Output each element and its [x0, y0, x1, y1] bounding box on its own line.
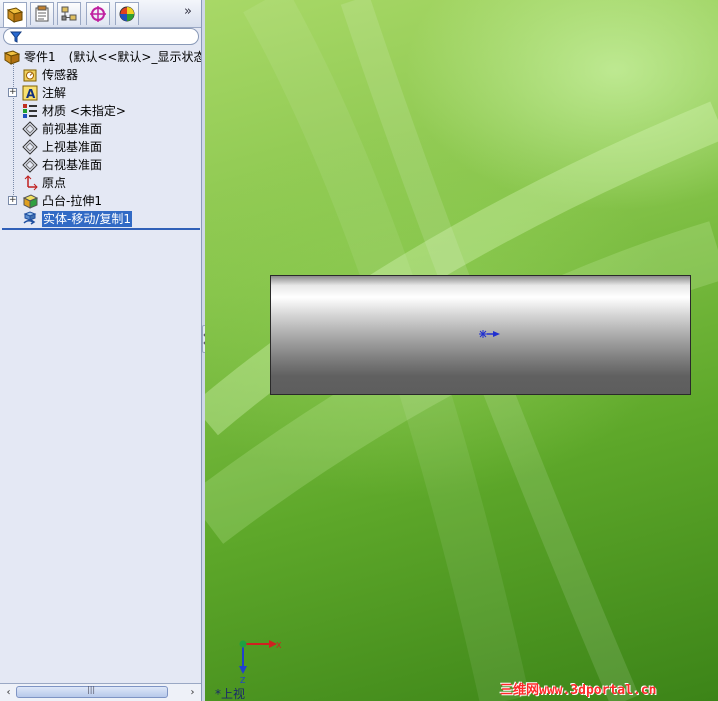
- configurationmanager-icon: [61, 6, 77, 21]
- triad-x-label: X: [276, 641, 282, 650]
- configurationmanager-tab[interactable]: [57, 2, 81, 25]
- tree-item-label: 上视基准面: [42, 140, 103, 154]
- display-manager-tab[interactable]: [115, 2, 139, 25]
- tree-item-boss-extrude[interactable]: 凸台-拉伸1: [22, 192, 102, 210]
- tree-item-label: 原点: [42, 176, 67, 190]
- plane-icon: [22, 157, 38, 173]
- svg-text:A: A: [26, 87, 36, 101]
- scroll-grip: |||: [87, 685, 96, 694]
- tree-item-move-copy-body[interactable]: 实体-移动/复制1: [22, 210, 133, 228]
- part-configuration: (默认<<默认>_显示状态: [68, 50, 202, 64]
- view-orientation-label: *上视: [215, 687, 246, 701]
- manager-tab-strip: »: [0, 0, 201, 28]
- scroll-thumb[interactable]: |||: [16, 685, 168, 698]
- tab-overflow-button[interactable]: »: [184, 4, 192, 19]
- move-copy-body-icon: [23, 211, 37, 225]
- tree-connector: [13, 61, 14, 205]
- tree-item-annotations[interactable]: A 注解: [22, 84, 66, 102]
- tree-item-label: 材质 <未指定>: [42, 104, 126, 118]
- feature-manager-pane: » 零件1 (默认<<默认>_显示状态 传感器 + A 注解 材质 <未指定> …: [0, 0, 202, 701]
- tree-item-label: 前视基准面: [42, 122, 103, 136]
- expand-annotations-toggle[interactable]: +: [8, 88, 17, 97]
- boss-extrude-icon: [22, 194, 38, 209]
- featuremanager-icon: [6, 7, 24, 23]
- tree-item-label: 传感器: [42, 68, 79, 82]
- scroll-left-button[interactable]: ‹: [2, 686, 15, 699]
- expand-boss-extrude-toggle[interactable]: +: [8, 196, 17, 205]
- filter-icon: [10, 31, 22, 43]
- tree-item-label: 注解: [42, 86, 67, 100]
- propertymanager-tab[interactable]: [30, 2, 54, 25]
- sensor-icon: [23, 69, 37, 82]
- dimxpert-icon: [90, 6, 106, 22]
- triad-z-label: Z: [240, 676, 246, 685]
- dimxpert-tab[interactable]: [86, 2, 110, 25]
- featuremanager-tab[interactable]: [3, 2, 27, 27]
- watermark: 三维网www.3dportal.cn: [500, 683, 657, 698]
- tree-item-sensors[interactable]: 传感器: [22, 66, 78, 84]
- part-icon: [4, 50, 20, 65]
- tree-item-origin[interactable]: 原点: [22, 174, 66, 192]
- part-origin-marker: [479, 330, 500, 338]
- tree-filter[interactable]: [3, 28, 199, 45]
- rollback-bar[interactable]: [2, 228, 200, 230]
- display-manager-icon: [119, 6, 135, 22]
- tree-item-label: 右视基准面: [42, 158, 103, 172]
- propertymanager-icon: [35, 5, 49, 22]
- tree-item-front-plane[interactable]: 前视基准面: [22, 120, 102, 138]
- part-name: 零件1: [24, 50, 56, 64]
- plane-icon: [22, 121, 38, 137]
- tree-item-label: 实体-移动/复制1: [42, 211, 133, 227]
- material-icon: [23, 104, 37, 118]
- origin-icon: [24, 175, 38, 191]
- part-body[interactable]: [270, 275, 691, 395]
- reference-triad: X Z: [239, 640, 282, 685]
- plane-icon: [22, 139, 38, 155]
- tree-item-material[interactable]: 材质 <未指定>: [22, 102, 126, 120]
- annotation-icon: A: [22, 85, 38, 101]
- tree-item-right-plane[interactable]: 右视基准面: [22, 156, 102, 174]
- tree-root-part[interactable]: 零件1 (默认<<默认>_显示状态: [4, 48, 202, 66]
- horizontal-scrollbar[interactable]: ‹ ||| ›: [0, 683, 201, 701]
- graphics-area[interactable]: X Z *上视 三维网www.3dportal.cn: [205, 0, 718, 701]
- tree-item-top-plane[interactable]: 上视基准面: [22, 138, 102, 156]
- tree-item-label: 凸台-拉伸1: [42, 194, 102, 208]
- scroll-right-button[interactable]: ›: [186, 686, 199, 699]
